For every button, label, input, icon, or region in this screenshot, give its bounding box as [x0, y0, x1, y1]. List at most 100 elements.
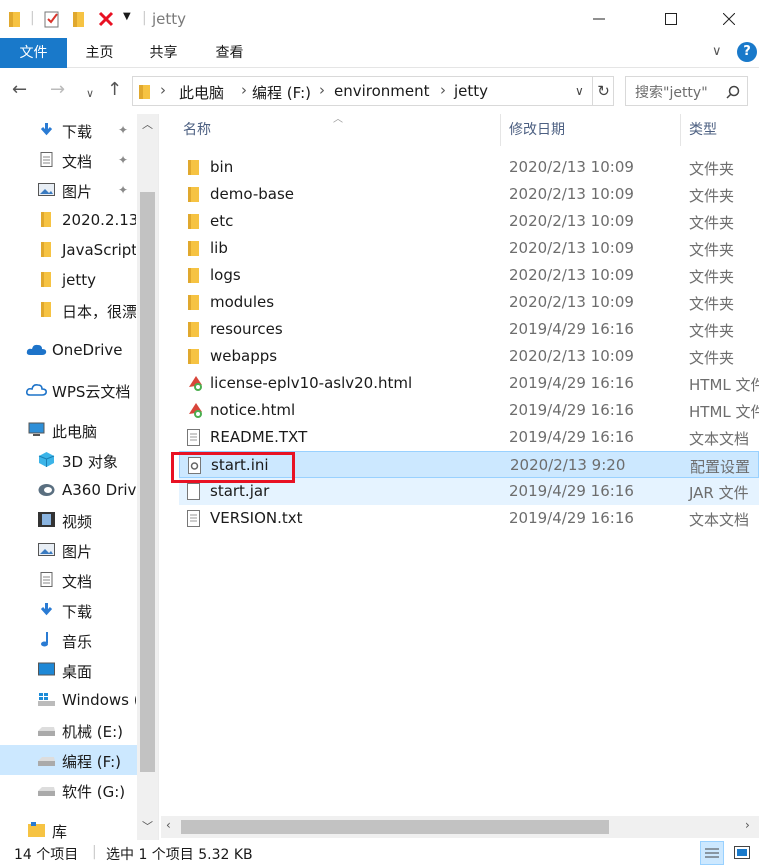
large-icons-view-button[interactable] [730, 841, 754, 865]
picture-icon [38, 543, 55, 556]
close-button[interactable] [706, 0, 752, 38]
nav-item-this-pc[interactable]: 此电脑 [0, 415, 136, 445]
nav-item-a360[interactable]: A360 Drive [0, 475, 136, 505]
file-date: 2020/2/13 10:09 [509, 185, 634, 203]
nav-item-folder-javascript[interactable]: JavaScript [0, 235, 136, 265]
nav-item-drive-g[interactable]: 软件 (G:) [0, 775, 136, 805]
back-arrow-icon[interactable]: ← [12, 80, 27, 100]
column-header-type[interactable]: 类型 [689, 114, 717, 146]
details-view-button[interactable] [700, 841, 724, 865]
file-row[interactable]: bin 2020/2/13 10:09 文件夹 [179, 154, 759, 181]
pin-icon[interactable]: ✦ [118, 153, 128, 167]
nav-item-windows-drive[interactable]: Windows ( [0, 685, 136, 715]
ribbon-expand-icon[interactable]: ∨ [712, 44, 722, 59]
nav-scrollbar-thumb[interactable] [140, 192, 155, 772]
breadcrumb-chevron-icon[interactable]: › [440, 81, 446, 99]
nav-item-folder-2020[interactable]: 2020.2.13 [0, 205, 136, 235]
nav-item-pictures[interactable]: 图片 ✦ [0, 175, 136, 205]
forward-arrow-icon[interactable]: → [50, 80, 65, 100]
refresh-icon[interactable]: ↻ [592, 77, 614, 105]
breadcrumb-this-pc[interactable]: 此电脑 [179, 82, 224, 103]
nav-item-drive-e[interactable]: 机械 (E:) [0, 715, 136, 745]
tab-share[interactable]: 共享 [136, 38, 191, 68]
search-input[interactable]: 搜索"jetty" [625, 76, 748, 106]
column-separator[interactable] [680, 114, 681, 146]
tab-home[interactable]: 主页 [72, 38, 127, 68]
new-folder-icon[interactable] [72, 10, 86, 28]
nav-item-label: 编程 (F:) [62, 753, 121, 771]
file-row[interactable]: VERSION.txt 2019/4/29 16:16 文本文档 [179, 505, 759, 532]
up-arrow-icon[interactable]: ↑ [107, 80, 122, 100]
column-header-date[interactable]: 修改日期 [509, 114, 565, 146]
nav-item-documents-pc[interactable]: 文档 [0, 565, 136, 595]
nav-item-documents[interactable]: 文档 ✦ [0, 145, 136, 175]
maximize-button[interactable] [648, 0, 694, 38]
nav-item-onedrive[interactable]: OneDrive [0, 335, 136, 365]
nav-item-label: Windows ( [62, 691, 136, 709]
nav-item-3d-objects[interactable]: 3D 对象 [0, 445, 136, 475]
address-dropdown-icon[interactable]: ∨ [575, 84, 584, 98]
pin-icon[interactable]: ✦ [118, 183, 128, 197]
file-row[interactable]: lib 2020/2/13 10:09 文件夹 [179, 235, 759, 262]
tab-view[interactable]: 查看 [202, 38, 257, 68]
recent-chevron-icon[interactable]: ∨ [86, 84, 94, 104]
breadcrumb-chevron-icon[interactable]: › [319, 81, 325, 99]
breadcrumb-chevron-icon[interactable]: › [160, 81, 166, 99]
nav-item-desktop[interactable]: 桌面 [0, 655, 136, 685]
file-name: start.jar [210, 482, 270, 500]
tab-file[interactable]: 文件 [0, 38, 67, 68]
scroll-left-icon[interactable]: ‹ [166, 818, 171, 832]
breadcrumb-environment[interactable]: environment [334, 82, 430, 100]
status-bar: 14 个项目 | 选中 1 个项目 5.32 KB [0, 840, 759, 866]
help-icon[interactable]: ? [737, 42, 757, 62]
nav-item-label: 3D 对象 [62, 453, 118, 471]
file-type: 文件夹 [689, 160, 735, 178]
nav-item-wps[interactable]: WPS云文档 [0, 375, 136, 405]
file-date: 2019/4/29 16:16 [509, 509, 634, 527]
file-date: 2020/2/13 10:09 [509, 293, 634, 311]
file-row[interactable]: resources 2019/4/29 16:16 文件夹 [179, 316, 759, 343]
file-row[interactable]: etc 2020/2/13 10:09 文件夹 [179, 208, 759, 235]
nav-item-videos[interactable]: 视频 [0, 505, 136, 535]
file-row[interactable]: notice.html 2019/4/29 16:16 HTML 文件 [179, 397, 759, 424]
pin-icon[interactable]: ✦ [118, 123, 128, 137]
file-type: 文本文档 [689, 430, 750, 448]
nav-item-drive-f[interactable]: 编程 (F:) [0, 745, 137, 775]
file-row[interactable]: logs 2020/2/13 10:09 文件夹 [179, 262, 759, 289]
scroll-up-icon[interactable]: ︿ [142, 116, 153, 132]
breadcrumb-chevron-icon[interactable]: › [241, 81, 247, 99]
nav-item-folder-japan[interactable]: 日本，很漂 [0, 295, 136, 325]
scroll-right-icon[interactable]: › [745, 818, 750, 832]
file-type: 文件夹 [689, 214, 735, 232]
nav-item-folder-jetty[interactable]: jetty [0, 265, 136, 295]
breadcrumb-drive[interactable]: 编程 (F:) [252, 82, 311, 103]
nav-item-label: A360 Drive [62, 481, 136, 499]
nav-item-library[interactable]: 库 [0, 815, 136, 840]
chevron-down-icon[interactable]: ▼ [123, 11, 131, 22]
delete-icon[interactable] [98, 10, 114, 28]
scroll-down-icon[interactable]: ﹀ [142, 818, 153, 834]
computer-icon [28, 422, 45, 436]
nav-item-downloads[interactable]: 下载 ✦ [0, 115, 136, 145]
search-icon[interactable] [726, 85, 740, 99]
file-row[interactable]: README.TXT 2019/4/29 16:16 文本文档 [179, 424, 759, 451]
drive-icon [38, 787, 55, 796]
file-row[interactable]: license-eplv10-aslv20.html 2019/4/29 16:1… [179, 370, 759, 397]
horizontal-scrollbar-thumb[interactable] [181, 820, 609, 834]
breadcrumb-jetty[interactable]: jetty [454, 82, 488, 100]
column-separator[interactable] [500, 114, 501, 146]
window-title: jetty [152, 10, 187, 28]
folder-icon [9, 12, 20, 27]
file-row[interactable]: webapps 2020/2/13 10:09 文件夹 [179, 343, 759, 370]
column-header-name[interactable]: 名称 [183, 114, 211, 146]
file-row[interactable]: demo-base 2020/2/13 10:09 文件夹 [179, 181, 759, 208]
nav-item-music[interactable]: 音乐 [0, 625, 136, 655]
minimize-button[interactable] [576, 0, 622, 38]
file-row[interactable]: modules 2020/2/13 10:09 文件夹 [179, 289, 759, 316]
titlebar-separator: | [30, 10, 35, 26]
file-name: etc [210, 212, 234, 230]
address-bar[interactable]: › 此电脑 › 编程 (F:) › environment › jetty ∨ … [132, 76, 614, 106]
nav-item-downloads-pc[interactable]: 下载 [0, 595, 136, 625]
nav-item-pictures-pc[interactable]: 图片 [0, 535, 136, 565]
properties-icon[interactable] [44, 10, 60, 28]
